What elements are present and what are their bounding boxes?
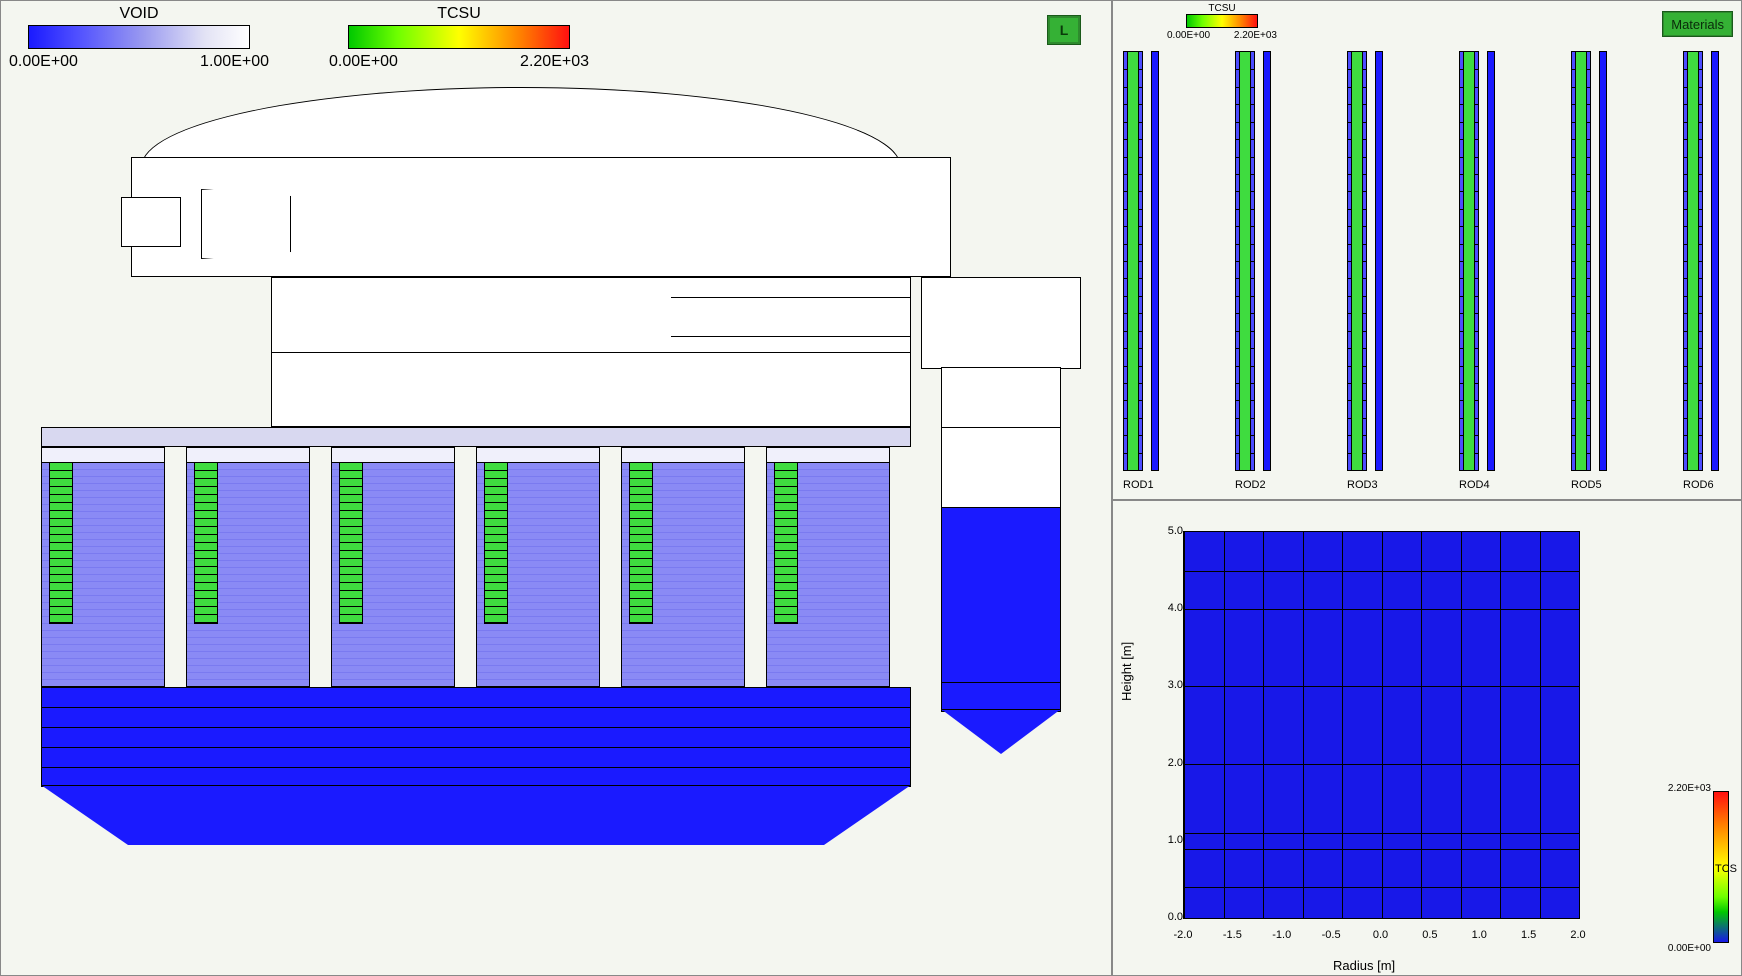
rod-pair xyxy=(1235,51,1283,471)
heatmap-plot xyxy=(1183,531,1580,919)
downcomer-liquid xyxy=(941,507,1061,687)
main-cross-section-view[interactable]: VOID 0.00E+00 1.00E+00 TCSU 0.00E+00 2.2… xyxy=(0,0,1112,976)
heatmap-y-axis: 0.01.02.03.04.05.0 xyxy=(1153,531,1183,917)
lower-plenum xyxy=(41,687,911,787)
head-nozzle xyxy=(201,189,291,259)
upper-core-plate xyxy=(41,427,911,447)
downcomer-cone xyxy=(941,709,1061,754)
y-tick: 3.0 xyxy=(1153,679,1183,691)
void-legend: VOID 0.00E+00 1.00E+00 xyxy=(9,5,269,71)
x-tick: 1.0 xyxy=(1472,929,1487,941)
rods-colorbar xyxy=(1186,14,1258,28)
rods-tcsu-legend: TCSU 0.00E+00 2.20E+03 xyxy=(1167,3,1277,41)
void-max: 1.00E+00 xyxy=(200,53,269,71)
fuel-assembly xyxy=(621,447,745,687)
tcsu-legend: TCSU 0.00E+00 2.20E+03 xyxy=(329,5,589,71)
rod-label: ROD3 xyxy=(1347,479,1395,491)
rod-label: ROD2 xyxy=(1235,479,1283,491)
l-button[interactable]: L xyxy=(1047,15,1081,45)
rod-label: ROD1 xyxy=(1123,479,1171,491)
fuel-assembly xyxy=(331,447,455,687)
fuel-assembly xyxy=(186,447,310,687)
y-tick: 5.0 xyxy=(1153,525,1183,537)
tcsu-legend-title: TCSU xyxy=(437,5,481,23)
rods-legend-max: 2.20E+03 xyxy=(1234,30,1277,41)
tcsu-max: 2.20E+03 xyxy=(520,53,589,71)
tcsu-min: 0.00E+00 xyxy=(329,53,398,71)
vessel-dome xyxy=(141,87,901,167)
rod-pair xyxy=(1683,51,1731,471)
rod-label: ROD5 xyxy=(1571,479,1619,491)
rod-labels: ROD1 ROD2 ROD3 ROD4 ROD5 ROD6 xyxy=(1123,479,1731,491)
fuel-assembly xyxy=(41,447,165,687)
y-tick: 0.0 xyxy=(1153,911,1183,923)
x-tick: 0.5 xyxy=(1422,929,1437,941)
x-tick: 2.0 xyxy=(1570,929,1585,941)
rod-label: ROD4 xyxy=(1459,479,1507,491)
x-tick: 0.0 xyxy=(1373,929,1388,941)
core-region xyxy=(41,447,911,687)
vessel-diagram xyxy=(41,87,1091,935)
void-legend-title: VOID xyxy=(119,5,158,23)
lower-head xyxy=(41,785,911,845)
heatmap-cbar-min: 0.00E+00 xyxy=(1668,943,1711,954)
tcsu-colorbar xyxy=(348,25,570,49)
y-tick: 1.0 xyxy=(1153,834,1183,846)
rod-pair xyxy=(1123,51,1171,471)
heatmap-x-axis: -2.0-1.5-1.0-0.50.00.51.01.52.0 xyxy=(1183,925,1578,945)
void-min: 0.00E+00 xyxy=(9,53,78,71)
downcomer-bottom xyxy=(941,682,1061,712)
fuel-assembly xyxy=(766,447,890,687)
rods-container xyxy=(1123,51,1731,471)
heatmap-cbar-label: TCS xyxy=(1715,863,1737,875)
y-tick: 4.0 xyxy=(1153,602,1183,614)
rod-pair xyxy=(1459,51,1507,471)
heatmap-ylabel: Height [m] xyxy=(1119,642,1134,701)
x-tick: -1.5 xyxy=(1223,929,1242,941)
downcomer-upper xyxy=(921,277,1081,369)
downcomer-neck xyxy=(941,367,1061,429)
rods-legend-title: TCSU xyxy=(1208,3,1235,14)
x-tick: -2.0 xyxy=(1174,929,1193,941)
void-colorbar xyxy=(28,25,250,49)
field-heatmap-view[interactable]: Height [m] 0.0 1.0 2.0 3.0 4.0 5.0 -2.0 -1.5 -1… xyxy=(1112,500,1742,976)
rod-pair xyxy=(1347,51,1395,471)
x-tick: 1.5 xyxy=(1521,929,1536,941)
heatmap-cbar-max: 2.20E+03 xyxy=(1668,783,1711,794)
x-tick: -0.5 xyxy=(1322,929,1341,941)
rod-detail-view[interactable]: TCSU 0.00E+00 2.20E+03 Materials ROD1ROD… xyxy=(1112,0,1742,500)
rod-pair xyxy=(1571,51,1619,471)
rods-legend-min: 0.00E+00 xyxy=(1167,30,1210,41)
head-flange-left xyxy=(121,197,181,247)
fuel-assembly xyxy=(476,447,600,687)
materials-button[interactable]: Materials xyxy=(1662,11,1733,37)
upper-internals-divider xyxy=(671,297,911,337)
x-tick: -1.0 xyxy=(1272,929,1291,941)
y-tick: 2.0 xyxy=(1153,757,1183,769)
heatmap-xlabel: Radius [m] xyxy=(1333,958,1395,973)
rod-label: ROD6 xyxy=(1683,479,1731,491)
main-legends: VOID 0.00E+00 1.00E+00 TCSU 0.00E+00 2.2… xyxy=(1,1,597,75)
downcomer-void xyxy=(941,427,1061,509)
